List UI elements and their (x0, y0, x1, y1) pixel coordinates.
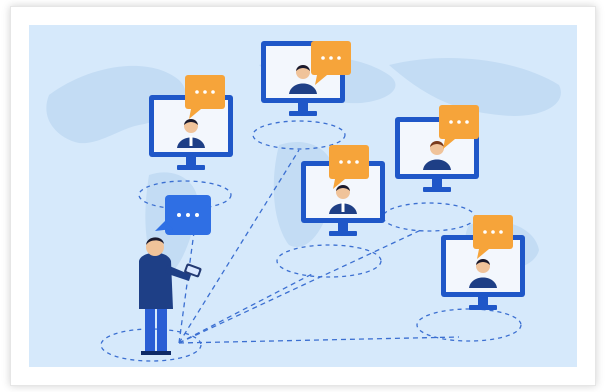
illustration-canvas (46, 41, 561, 362)
image-frame (10, 6, 596, 386)
illustration-scene (29, 25, 577, 367)
monitor-icon (261, 41, 351, 116)
monitor-icon (395, 105, 479, 192)
